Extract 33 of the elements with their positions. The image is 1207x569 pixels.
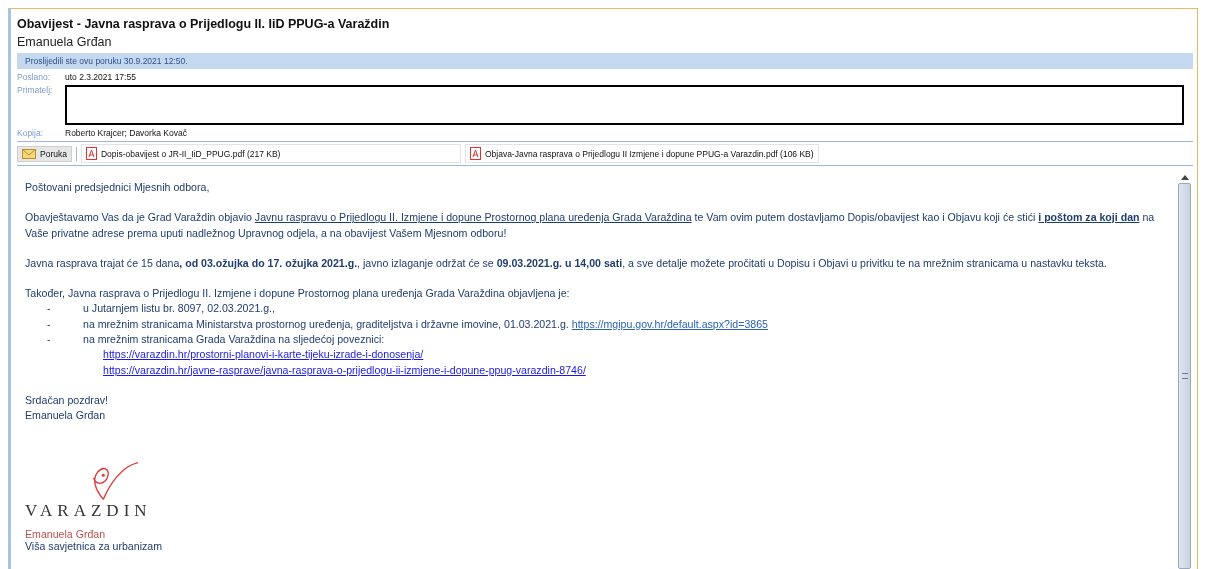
list-item-text: na mrežnim stranicama Grada Varaždina na sljedećoj poveznici: <box>83 332 385 348</box>
message-tab[interactable]: Poruka <box>17 145 72 162</box>
list-item-text: na mrežnim stranicama Ministarstva prostornog uređenja, graditeljstva i državne imovine, 01.03.2021.g. https://mgipu.gov.hr/default.aspx?id=3865 <box>83 316 768 332</box>
url-link[interactable]: https://varazdin.hr/javne-rasprave/javna-rasprava-o-prijedlogu-ii-izmjene-i-dopune-ppug-varazdin-8746/ <box>103 363 586 376</box>
list-item-text: u Jutarnjem listu br. 8097, 02.03.2021.g., <box>83 301 275 317</box>
logo-wordmark: VARAZDIN <box>25 501 152 520</box>
sent-label: Poslano: <box>17 72 52 82</box>
attachment-file[interactable]: Dopis-obavijest o JR-II_IiD_PPUG.pdf (217 KB) <box>80 144 461 163</box>
pdf-icon <box>85 147 97 160</box>
body-line: Emanuela Grđan <box>25 408 107 424</box>
body-line: Također, Javna rasprava o Prijedlogu II. Izmjene i dopune Prostornog plana uređenja Grada Varaždina objavljena je: <box>25 286 571 302</box>
scroll-up-arrow-icon[interactable] <box>1180 175 1189 180</box>
info-bar: Proslijedili ste ovu poruku 30.9.2021 12:50. <box>17 53 1193 69</box>
signature-title: Viša savjetnica za urbanizam <box>25 539 162 552</box>
attachment-file[interactable]: Objava-Javna rasprava o Prijedlogu II Izmjene i dopune PPUG-a Varazdin.pdf (106 KB) <box>464 144 819 163</box>
signature-name: Emanuela Grđan <box>25 527 106 540</box>
pdf-icon <box>469 147 481 160</box>
list-dash: - <box>47 301 52 317</box>
sender-name: Emanuela Grđan <box>17 34 113 51</box>
list-dash: - <box>47 332 52 348</box>
envelope-icon <box>22 148 36 159</box>
cc-label: Kopija: <box>17 128 44 138</box>
body-paragraph: Poštovani predsjednici Mjesnih odbora, <box>25 180 211 195</box>
body-paragraph: Javna rasprava trajat će 15 dana, od 03.ožujka do 17. ožujka 2021.g., javno izlaganje održat će se 09.03.2021.g. u 14,00 sati, a sve detalje možete pročitati u Dopisu i Objavi u privitku te na mrežnim stranicama u nastavku teksta. <box>25 255 1108 271</box>
sent-date: uto 2.3.2021 17:55 <box>65 72 136 82</box>
recipients-label: Primatelj: <box>17 85 54 97</box>
url-link[interactable]: https://varazdin.hr/prostorni-planovi-i-karte-tijeku-izrade-i-donosenja/ <box>103 348 424 361</box>
cc-recipients: Roberto Krajcer; Davorka Kovač <box>65 128 187 138</box>
body-paragraph: Obavještavamo Vas da je Grad Varaždin objavio Javnu raspravu o Prijedlogu II. Izmjene i dopune Prostornog plana uređenja Grada Varaždina te Vam ovim putem dostavljamo Dopis/obavijest kao i Objavu koji će stići i poštom za koji dan na Vaše privatne adrese prema uputi nadležnog Upravnog odjela, a na obavijest Vašem Mjesnom odboru! <box>25 210 1156 241</box>
message-subject: Obavijest - Javna rasprava o Prijedlogu II. IiD PPUG-a Varaždin <box>17 16 391 33</box>
list-dash: - <box>47 316 52 332</box>
url-link[interactable]: https://mgipu.gov.hr/default.aspx?id=3865 <box>571 317 768 330</box>
body-line: Srdačan pozdrav! <box>25 392 110 408</box>
